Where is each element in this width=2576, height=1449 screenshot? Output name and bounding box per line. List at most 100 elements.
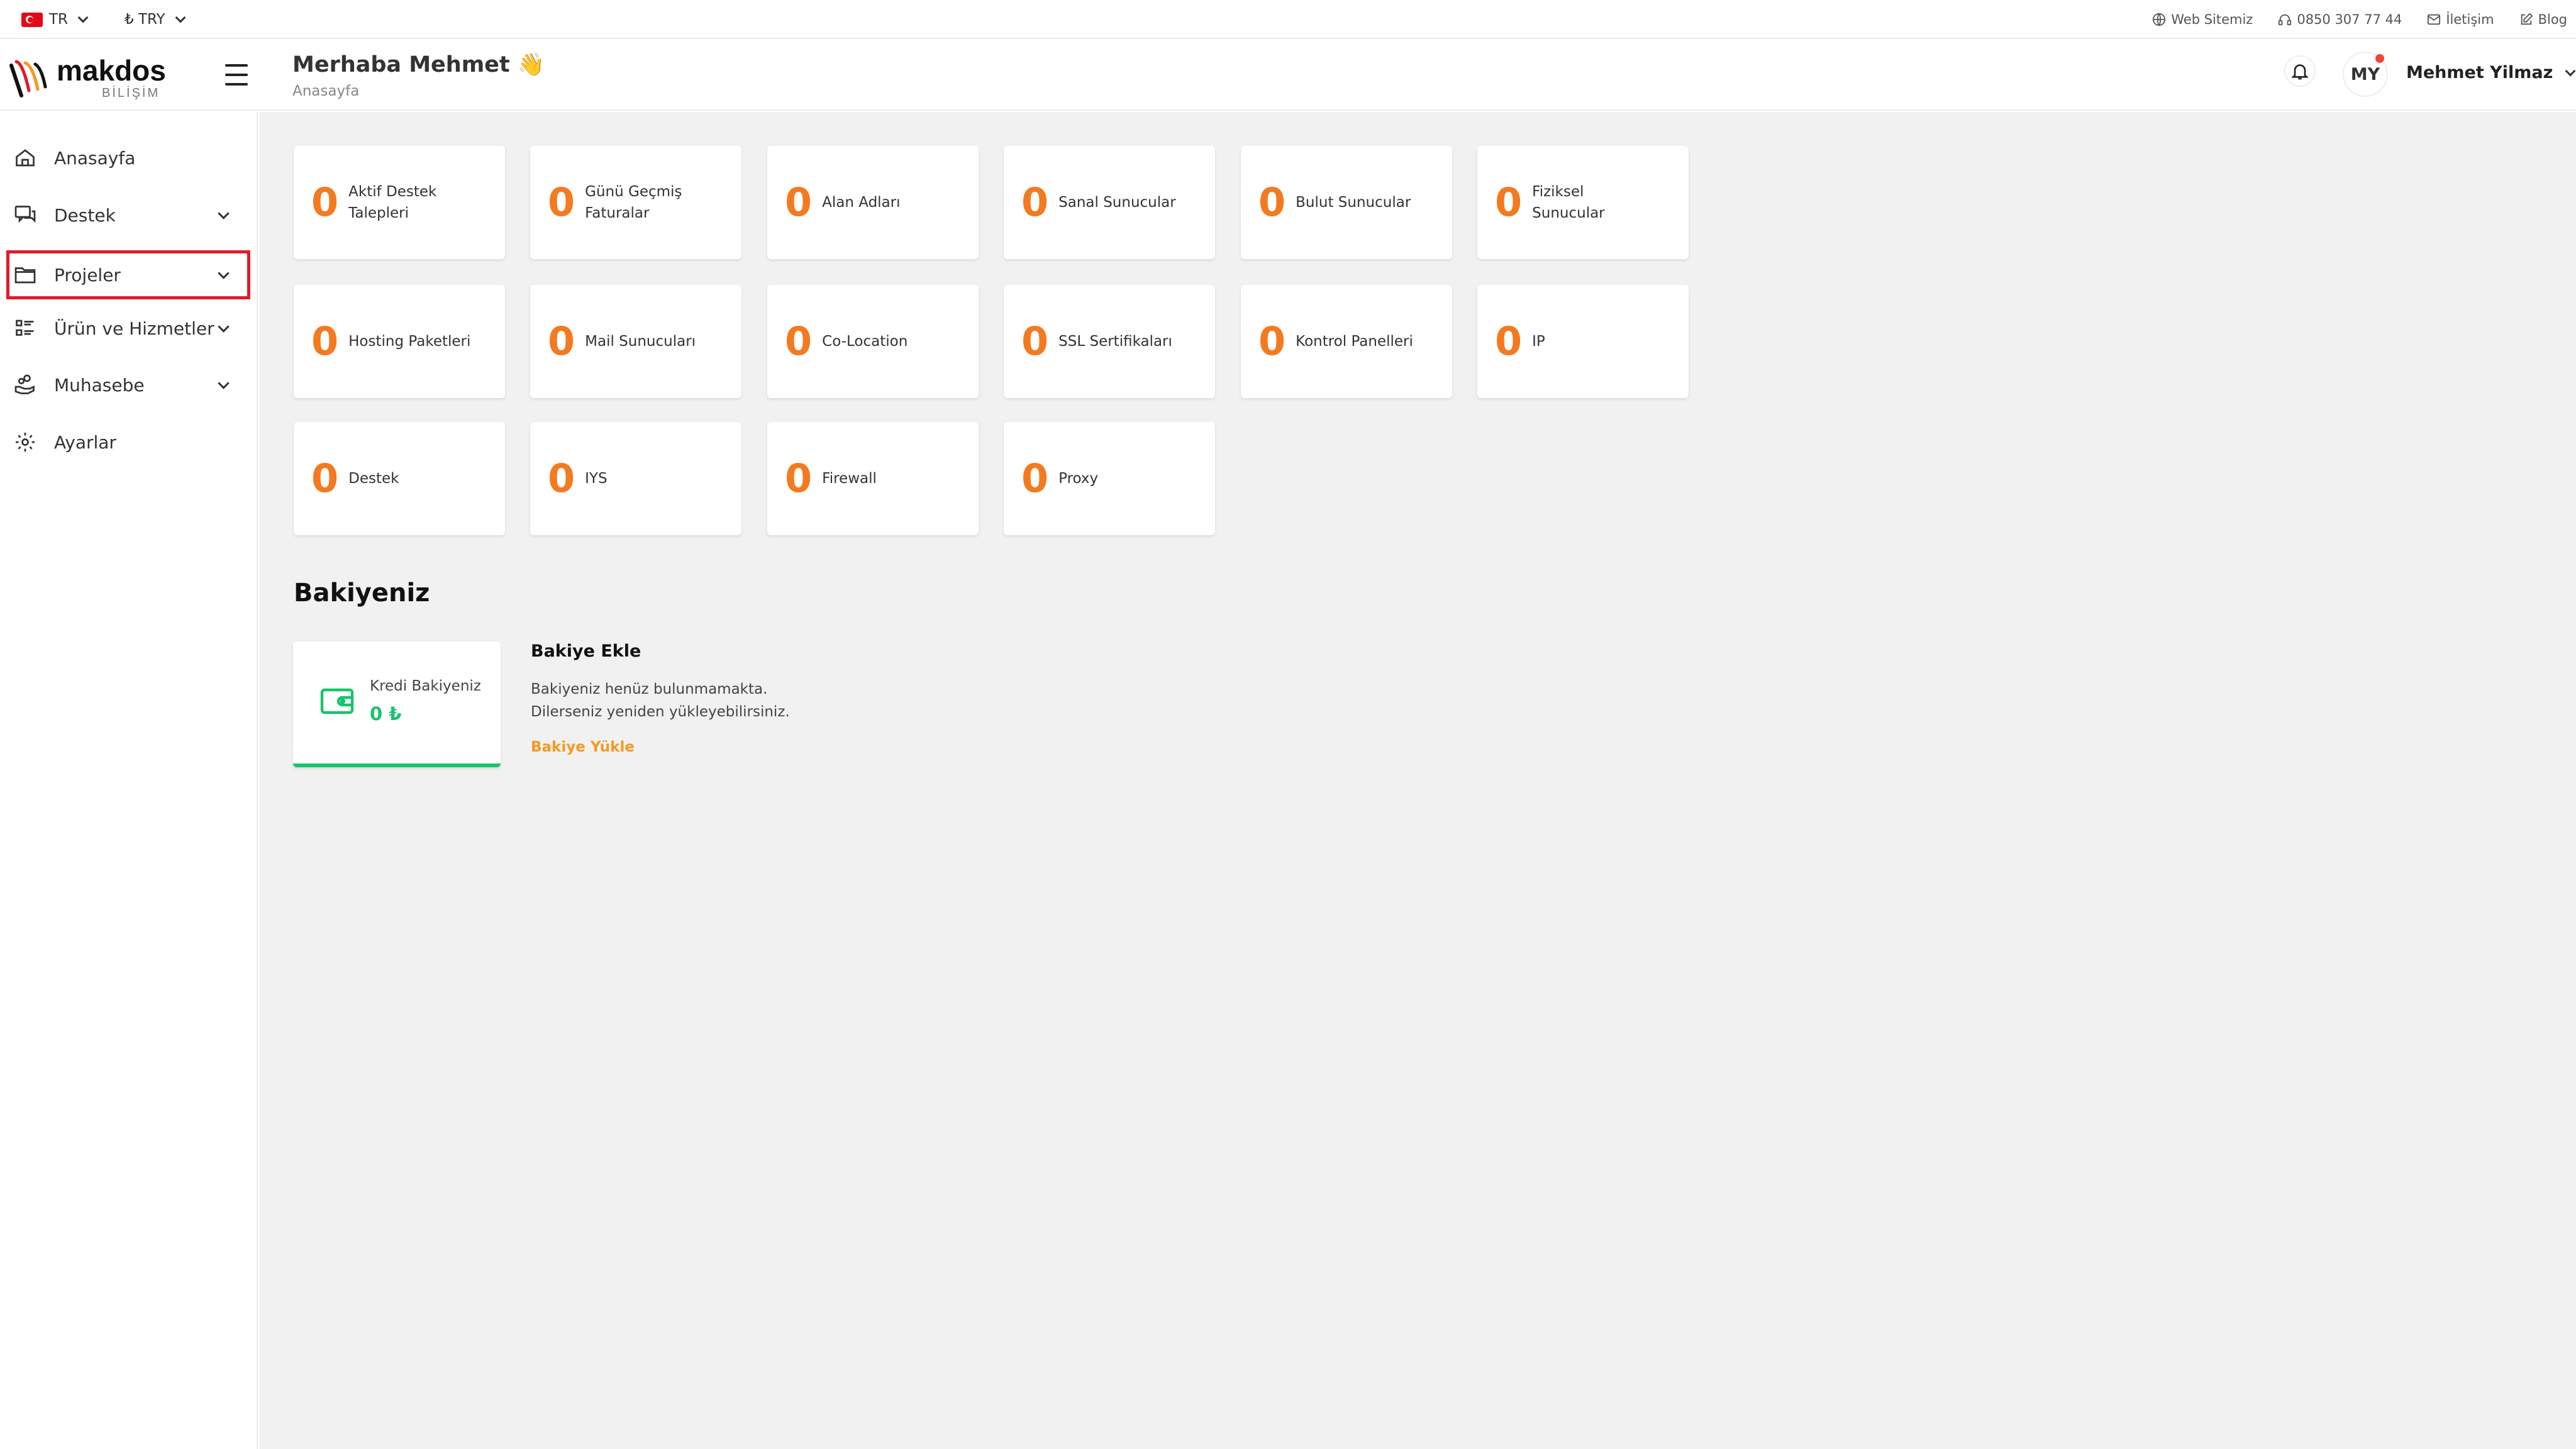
website-link[interactable]: Web Sitemiz	[2152, 12, 2253, 27]
stat-value: 0	[1021, 455, 1049, 501]
stat-card-mail-sunuculari[interactable]: 0 Mail Sunucuları	[530, 285, 741, 398]
add-balance-description: Bakiyeniz henüz bulunmamakta.	[531, 681, 768, 697]
add-balance-title: Bakiye Ekle	[531, 641, 641, 661]
stat-card-ip[interactable]: 0 IP	[1477, 285, 1689, 398]
chevron-down-icon	[218, 267, 230, 279]
sidebar-item-label: Muhasebe	[54, 374, 145, 396]
stat-label: Bulut Sunucular	[1296, 194, 1411, 211]
avatar[interactable]: MY	[2343, 52, 2388, 97]
sidebar-item-urun-hizmetler[interactable]: Ürün ve Hizmetler	[6, 304, 250, 353]
credit-balance-card: Kredi Bakiyeniz 0 ₺	[293, 641, 501, 767]
stat-label: Kontrol Panelleri	[1296, 333, 1413, 350]
website-link-label: Web Sitemiz	[2171, 12, 2253, 27]
stat-card-gunu-gecmis[interactable]: 0 Günü Geçmiş Faturalar	[530, 146, 741, 259]
stat-card-destek[interactable]: 0 Destek	[294, 422, 505, 535]
balance-section-title: Bakiyeniz	[294, 579, 430, 608]
chat-icon	[14, 206, 36, 223]
credit-balance-label: Kredi Bakiyeniz	[370, 678, 481, 694]
notifications-button[interactable]	[2284, 55, 2316, 87]
mail-icon	[2428, 14, 2441, 25]
stat-card-ssl[interactable]: 0 SSL Sertifikaları	[1004, 285, 1215, 398]
stat-label: Günü Geçmiş Faturalar	[585, 183, 682, 222]
greeting-title: Merhaba Mehmet 👋	[292, 52, 545, 77]
chevron-down-icon	[218, 321, 230, 333]
stat-card-co-location[interactable]: 0 Co-Location	[767, 285, 979, 398]
sidebar-item-label: Anasayfa	[54, 147, 136, 169]
breadcrumb[interactable]: Anasayfa	[292, 83, 359, 99]
menu-toggle-button[interactable]	[225, 64, 248, 86]
stat-value: 0	[785, 455, 813, 501]
stat-card-kontrol-panelleri[interactable]: 0 Kontrol Panelleri	[1241, 285, 1452, 398]
sidebar-item-anasayfa[interactable]: Anasayfa	[6, 133, 250, 182]
user-menu[interactable]: Mehmet Yilmaz	[2406, 63, 2576, 82]
sidebar-item-projeler[interactable]: Projeler	[6, 250, 250, 299]
turkey-flag-icon	[21, 12, 43, 27]
stat-label: Sanal Sunucular	[1058, 194, 1176, 211]
sidebar-item-muhasebe[interactable]: Muhasebe	[6, 360, 250, 409]
notification-dot	[2375, 54, 2384, 63]
stat-label: Fiziksel Sunucular	[1532, 183, 1605, 222]
stat-label: Firewall	[822, 470, 877, 487]
stat-value: 0	[311, 455, 339, 501]
stat-label: SSL Sertifikaları	[1058, 333, 1172, 350]
stat-value: 0	[1021, 318, 1049, 364]
stat-card-sanal-sunucular[interactable]: 0 Sanal Sunucular	[1004, 146, 1215, 259]
makdos-logo[interactable]: makdos BİLİŞİM	[8, 52, 184, 102]
top-bar: TR ₺ TRY Web Sitemiz 0850 307 77 44 İlet…	[0, 0, 2576, 39]
folder-icon	[14, 267, 36, 284]
credit-balance-value: 0 ₺	[370, 703, 402, 724]
stat-card-alan-adlari[interactable]: 0 Alan Adları	[767, 146, 979, 259]
wallet-icon	[320, 688, 354, 714]
user-name: Mehmet Yilmaz	[2406, 63, 2553, 82]
globe-icon	[2153, 13, 2166, 26]
sidebar-item-label: Ürün ve Hizmetler	[54, 318, 214, 339]
chevron-down-icon	[218, 208, 230, 219]
chevron-down-icon	[218, 377, 230, 389]
sidebar-item-destek[interactable]: Destek	[6, 191, 250, 240]
stat-value: 0	[548, 179, 575, 225]
currency-selector[interactable]: ₺ TRY	[125, 0, 186, 39]
blog-link[interactable]: Blog	[2519, 12, 2567, 27]
stat-card-fiziksel-sunucular[interactable]: 0 Fiziksel Sunucular	[1477, 146, 1689, 259]
chevron-down-icon	[175, 12, 186, 23]
stat-label: Aktif Destek Talepleri	[348, 183, 437, 222]
load-balance-link[interactable]: Bakiye Yükle	[531, 739, 635, 755]
logo-subtext: BİLİŞİM	[102, 86, 160, 100]
language-label: TR	[49, 11, 69, 28]
stat-label: Alan Adları	[822, 194, 901, 211]
blog-link-label: Blog	[2538, 12, 2567, 27]
stat-label: IP	[1532, 333, 1545, 350]
sidebar-item-ayarlar[interactable]: Ayarlar	[6, 418, 250, 467]
contact-link-label: İletişim	[2446, 12, 2494, 27]
add-balance-description-2: Dilerseniz yeniden yükleyebilirsiniz.	[531, 704, 790, 720]
sidebar-item-label: Projeler	[54, 264, 121, 286]
phone-link[interactable]: 0850 307 77 44	[2278, 12, 2402, 27]
stat-card-bulut-sunucular[interactable]: 0 Bulut Sunucular	[1241, 146, 1452, 259]
language-selector[interactable]: TR	[21, 0, 89, 39]
stat-label: Proxy	[1058, 470, 1099, 487]
edit-icon	[2521, 13, 2533, 25]
stat-card-aktif-destek[interactable]: 0 Aktif Destek Talepleri	[294, 146, 505, 259]
sidebar-item-label: Ayarlar	[54, 431, 116, 453]
contact-link[interactable]: İletişim	[2427, 12, 2494, 27]
stat-label: IYS	[585, 470, 608, 487]
stat-card-firewall[interactable]: 0 Firewall	[767, 422, 979, 535]
stat-label: Co-Location	[822, 333, 908, 350]
stat-value: 0	[1495, 318, 1523, 364]
stat-value: 0	[548, 318, 575, 364]
header: makdos BİLİŞİM Merhaba Mehmet 👋 Anasayfa	[0, 40, 2576, 111]
bell-icon	[2291, 64, 2309, 80]
avatar-initials: MY	[2350, 64, 2380, 84]
stat-value: 0	[311, 318, 339, 364]
stat-value: 0	[1021, 179, 1049, 225]
stat-value: 0	[1258, 318, 1286, 364]
stat-card-hosting[interactable]: 0 Hosting Paketleri	[294, 285, 505, 398]
stat-value: 0	[548, 455, 575, 501]
list-icon	[16, 319, 34, 336]
phone-link-label: 0850 307 77 44	[2297, 12, 2402, 27]
stat-value: 0	[1258, 179, 1286, 225]
stat-card-iys[interactable]: 0 IYS	[530, 422, 741, 535]
stat-card-proxy[interactable]: 0 Proxy	[1004, 422, 1215, 535]
stat-label: Destek	[348, 470, 399, 487]
sidebar: Anasayfa Destek Projeler Ürün ve Hizmetl…	[0, 112, 258, 1449]
